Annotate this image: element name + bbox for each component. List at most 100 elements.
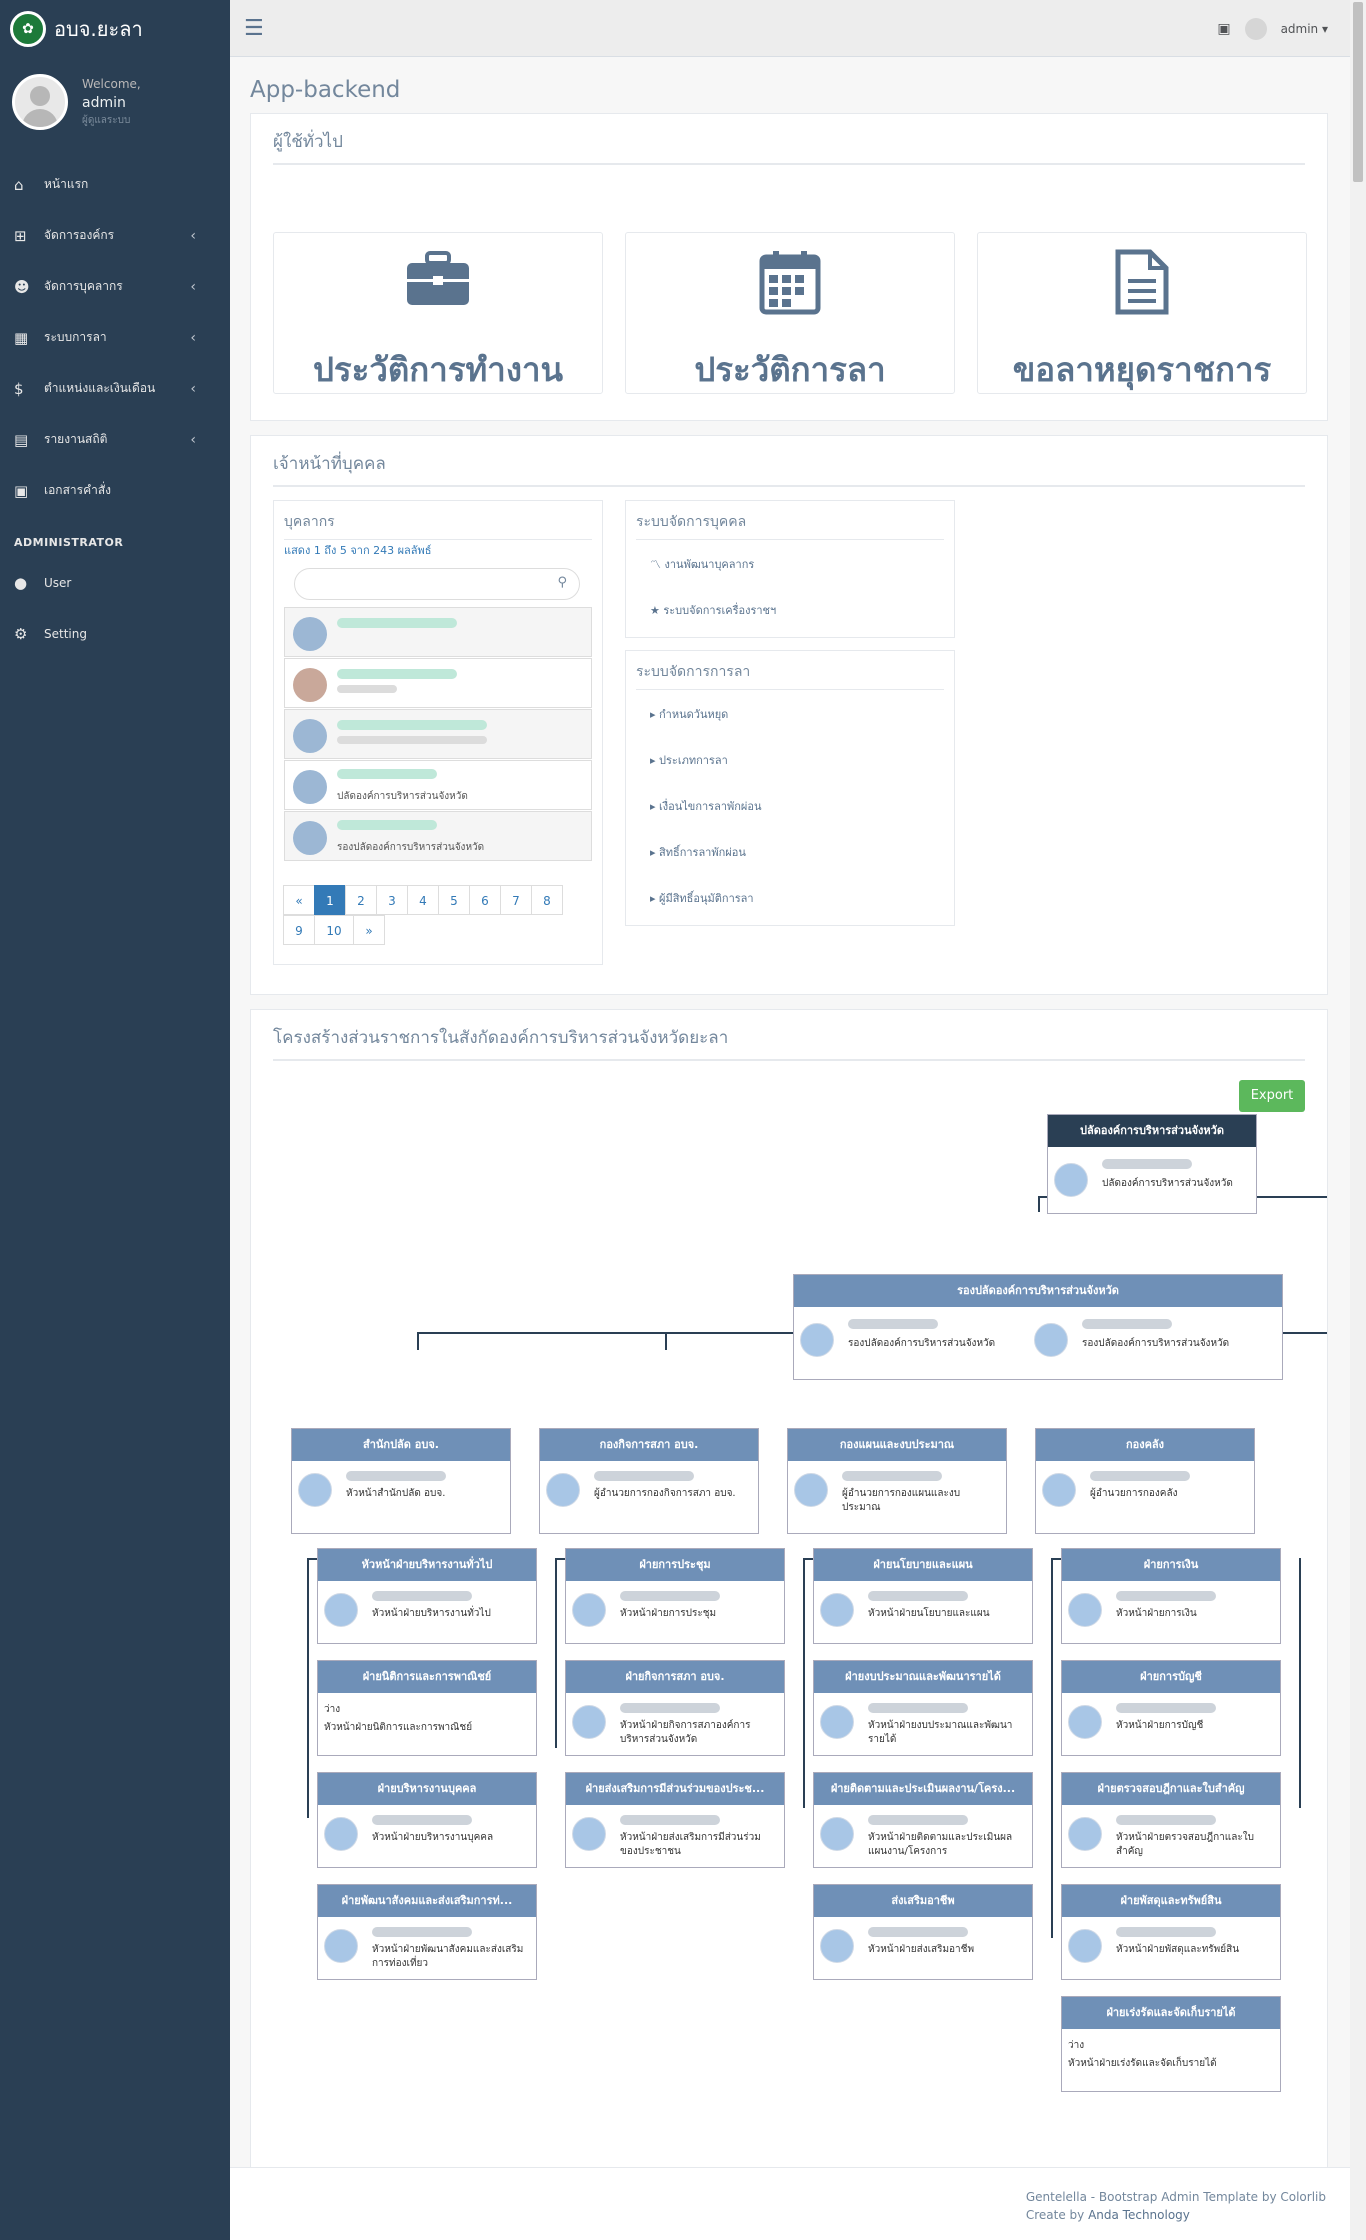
avatar	[820, 1929, 854, 1963]
org-node-header: ฝ่ายการเงิน	[1062, 1549, 1280, 1581]
org-node-section[interactable]: ฝ่ายเร่งรัดและจัดเก็บรายได้ ว่าง หัวหน้าฝ่…	[1061, 1996, 1281, 2092]
gear-icon: ⚙	[14, 624, 28, 643]
list-item[interactable]: รองปลัดองค์การบริหารส่วนจังหวัด	[284, 811, 592, 861]
page-link[interactable]: 10	[314, 915, 354, 945]
org-node-section[interactable]: ส่งเสริมอาชีพ หัวหน้าฝ่ายส่งเสริมอาชีพ	[813, 1884, 1033, 1980]
tile-label: ประวัติการทำงาน	[312, 350, 564, 389]
page-link[interactable]: 2	[345, 885, 377, 915]
list-item[interactable]	[284, 607, 592, 657]
link-vacation-rights[interactable]: ▸ สิทธิ์การลาพักผ่อน	[650, 843, 746, 861]
org-node-position: หัวหน้าฝ่ายการบัญชี	[1116, 1720, 1204, 1731]
work-history-tile[interactable]: ประวัติการทำงาน	[273, 232, 603, 394]
page-link[interactable]: 6	[469, 885, 501, 915]
org-node-division[interactable]: กองกิจการสภา อบจ. ผู้อำนวยการกองกิจการสภา…	[539, 1428, 759, 1534]
org-node-section[interactable]: ฝ่ายพัสดุและทรัพย์สิน หัวหน้าฝ่ายพัสดุและ…	[1061, 1884, 1281, 1980]
sidebar-item-salary[interactable]: $ ตำแหน่งและเงินเดือน ‹	[0, 363, 230, 414]
page-next[interactable]: »	[353, 915, 385, 945]
request-leave-tile[interactable]: ขอลาหยุดราชการ	[977, 232, 1307, 394]
org-node-header: กองคลัง	[1036, 1429, 1254, 1461]
link-royal-decorations[interactable]: ★ ระบบจัดการเครื่องราชฯ	[650, 601, 776, 619]
org-node-position: ผู้อำนวยการกองคลัง	[1090, 1488, 1178, 1499]
org-node-division[interactable]: กองคลังผู้อำนวยการกองคลัง	[1035, 1428, 1255, 1534]
user-avatar-icon[interactable]	[1244, 18, 1267, 40]
blurred-name	[620, 1591, 720, 1601]
blurred-name	[1090, 1471, 1190, 1481]
sidebar-item-reports[interactable]: ▤ รายงานสถิติ ‹	[0, 414, 230, 465]
blurred-name	[1082, 1319, 1172, 1329]
org-node-section[interactable]: ฝ่ายติดตามและประเมินผลงาน/โครง... หัวหน้า…	[813, 1772, 1033, 1868]
org-node-section[interactable]: ฝ่ายกิจการสภา อบจ. หัวหน้าฝ่ายกิจการสภาอง…	[565, 1660, 785, 1756]
brand[interactable]: ✿ อบจ.ยะลา	[0, 0, 230, 57]
link-leave-approvers[interactable]: ▸ ผู้มีสิทธิ์อนุมัติการลา	[650, 889, 754, 907]
leave-history-tile[interactable]: ประวัติการลา	[625, 232, 955, 394]
sidebar-item-home[interactable]: ⌂ หน้าแรก	[0, 159, 230, 210]
page-link[interactable]: 5	[438, 885, 470, 915]
sidebar-item-label: เอกสารคำสั่ง	[44, 483, 112, 497]
org-node-section[interactable]: ฝ่ายพัฒนาสังคมและส่งเสริมการท่... หัวหน้า…	[317, 1884, 537, 1980]
org-node-section[interactable]: ฝ่ายการเงินหัวหน้าฝ่ายการเงิน	[1061, 1548, 1281, 1644]
page-prev[interactable]: «	[283, 885, 315, 915]
sidebar-item-user[interactable]: ● User	[0, 557, 230, 608]
org-node-section[interactable]: ฝ่ายส่งเสริมการมีส่วนร่วมของประช... หัวหน…	[565, 1772, 785, 1868]
page-link[interactable]: 1	[314, 885, 346, 915]
page-link[interactable]: 7	[500, 885, 532, 915]
org-node-section[interactable]: ฝ่ายการประชุม หัวหน้าฝ่ายการประชุม	[565, 1548, 785, 1644]
org-node-section[interactable]: หัวหน้าฝ่ายบริหารงานทั่วไป หัวหน้าฝ่ายบริ…	[317, 1548, 537, 1644]
org-node-position: หัวหน้าฝ่ายพัฒนาสังคมและส่งเสริมการท่องเ…	[372, 1944, 524, 1969]
calendar-icon	[626, 249, 954, 317]
link-personnel-development[interactable]: 〽 งานพัฒนาบุคลากร	[650, 555, 754, 573]
org-node-chief[interactable]: ปลัดองค์การบริหารส่วนจังหวัด ปลัดองค์การ…	[1047, 1114, 1257, 1214]
org-node-position: หัวหน้าฝ่ายส่งเสริมการมีส่วนร่วมของประชา…	[620, 1832, 761, 1857]
calendar-check-icon[interactable]: ▣	[1217, 21, 1230, 37]
chevron-left-icon: ‹	[190, 380, 196, 397]
org-node-section[interactable]: ฝ่ายบริหารงานบุคคล หัวหน้าฝ่ายบริหารงานบุ…	[317, 1772, 537, 1868]
menu-toggle-icon[interactable]: ☰	[244, 16, 264, 41]
org-node-section[interactable]: ฝ่ายงบประมาณและพัฒนารายได้ หัวหน้าฝ่ายงบป…	[813, 1660, 1033, 1756]
blurred-name	[372, 1927, 472, 1937]
avatar	[794, 1473, 828, 1507]
list-item[interactable]	[284, 709, 592, 759]
page-link[interactable]: 4	[407, 885, 439, 915]
document-icon: ▣	[14, 481, 29, 500]
scrollbar-thumb[interactable]	[1353, 2, 1363, 182]
org-node-header: ฝ่ายบริหารงานบุคคล	[318, 1773, 536, 1805]
org-node-division[interactable]: กองแผนและงบประมาณ ผู้อำนวยการกองแผนและงบป…	[787, 1428, 1007, 1534]
org-node-deputy[interactable]: รองปลัดองค์การบริหารส่วนจังหวัด รองปลัดอ…	[793, 1274, 1283, 1380]
org-node-header: ฝ่ายการประชุม	[566, 1549, 784, 1581]
sidebar-item-personnel[interactable]: ☻ จัดการบุคลากร ‹	[0, 261, 230, 312]
org-node-header: ฝ่ายนิติการและการพาณิชย์	[318, 1661, 536, 1693]
person-position: รองปลัดองค์การบริหารส่วนจังหวัด	[337, 842, 485, 853]
org-node-position: หัวหน้าฝ่ายเร่งรัดและจัดเก็บรายได้	[1068, 2058, 1217, 2069]
page-link[interactable]: 3	[376, 885, 408, 915]
blurred-name	[868, 1591, 968, 1601]
link-leave-types[interactable]: ▸ ประเภทการลา	[650, 751, 728, 769]
org-node-position: รองปลัดองค์การบริหารส่วนจังหวัด	[1082, 1338, 1230, 1349]
scrollbar[interactable]	[1350, 0, 1366, 2240]
sidebar-item-documents[interactable]: ▣ เอกสารคำสั่ง	[0, 465, 230, 516]
blurred-name	[842, 1471, 942, 1481]
org-node-section[interactable]: ฝ่ายการบัญชี หัวหน้าฝ่ายการบัญชี	[1061, 1660, 1281, 1756]
org-node-section[interactable]: ฝ่ายตรวจสอบฎีกาและใบสำคัญ หัวหน้าฝ่ายตรวจ…	[1061, 1772, 1281, 1868]
page-link[interactable]: 8	[531, 885, 563, 915]
list-item[interactable]	[284, 658, 592, 708]
avatar	[293, 770, 327, 804]
link-vacation-conditions[interactable]: ▸ เงื่อนไขการลาพักผ่อน	[650, 797, 761, 815]
search-input[interactable]: ⚲	[294, 568, 580, 600]
org-node-division[interactable]: สำนักปลัด อบจ. หัวหน้าสำนักปลัด อบจ.	[291, 1428, 511, 1534]
org-node-section[interactable]: ฝ่ายนิติการและการพาณิชย์ ว่าง หัวหน้าฝ่ายน…	[317, 1660, 537, 1756]
page-link[interactable]: 9	[283, 915, 315, 945]
sidebar-item-leave[interactable]: ▦ ระบบการลา ‹	[0, 312, 230, 363]
sidebar-item-label: Setting	[44, 626, 87, 641]
org-node-section[interactable]: ฝ่ายนโยบายและแผน หัวหน้าฝ่ายนโยบายและแผน	[813, 1548, 1033, 1644]
user-dropdown[interactable]: admin ▾	[1281, 22, 1328, 36]
blurred-name	[594, 1471, 694, 1481]
footer-link[interactable]: Anda Technology	[1088, 2208, 1190, 2222]
org-node-position: หัวหน้าฝ่ายส่งเสริมอาชีพ	[868, 1944, 975, 1955]
list-item[interactable]: ปลัดองค์การบริหารส่วนจังหวัด	[284, 760, 592, 810]
export-button[interactable]: Export	[1239, 1080, 1305, 1112]
sidebar-item-setting[interactable]: ⚙ Setting	[0, 608, 230, 659]
link-holidays[interactable]: ▸ กำหนดวันหยุด	[650, 705, 728, 723]
sidebar-item-organization[interactable]: ⊞ จัดการองค์กร ‹	[0, 210, 230, 261]
org-node-position: หัวหน้าฝ่ายการเงิน	[1116, 1608, 1197, 1619]
file-icon	[978, 249, 1306, 317]
